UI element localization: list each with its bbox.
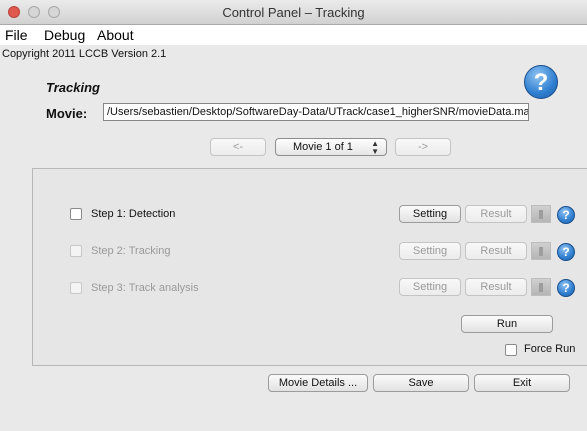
window-title: Control Panel – Tracking	[222, 5, 365, 20]
step1-help-icon[interactable]: ?	[557, 206, 575, 224]
copyright-text: Copyright 2011 LCCB Version 2.1	[2, 48, 167, 60]
step2-result-button[interactable]: Result	[465, 242, 527, 260]
menu-debug[interactable]: Debug	[44, 27, 85, 43]
step1-checkbox[interactable]	[70, 208, 82, 220]
step2-plot-icon	[531, 242, 551, 260]
movie-label: Movie:	[46, 106, 88, 121]
menu-file[interactable]: File	[5, 27, 28, 43]
menu-about[interactable]: About	[97, 27, 134, 43]
help-icon[interactable]: ?	[524, 65, 558, 99]
step1-result-button[interactable]: Result	[465, 205, 527, 223]
step3-help-icon[interactable]: ?	[557, 279, 575, 297]
section-title: Tracking	[46, 80, 100, 95]
step2-checkbox[interactable]	[70, 245, 82, 257]
step3-result-button[interactable]: Result	[465, 278, 527, 296]
save-button[interactable]: Save	[373, 374, 469, 392]
force-run-checkbox[interactable]	[505, 344, 517, 356]
step1-setting-button[interactable]: Setting	[399, 205, 461, 223]
step3-plot-icon	[531, 278, 551, 296]
movie-select[interactable]: Movie 1 of 1 ▲ ▼	[275, 138, 387, 156]
control-panel-content: Copyright 2011 LCCB Version 2.1 Tracking…	[0, 45, 587, 431]
next-movie-button[interactable]: ->	[395, 138, 451, 156]
run-button[interactable]: Run	[461, 315, 553, 333]
movie-path-field[interactable]: /Users/sebastien/Desktop/SoftwareDay-Dat…	[103, 103, 529, 121]
step2-setting-button[interactable]: Setting	[399, 242, 461, 260]
step1-plot-icon	[531, 205, 551, 223]
menu-bar: File Debug About	[0, 25, 587, 45]
title-bar: Control Panel – Tracking	[0, 0, 587, 25]
previous-movie-button[interactable]: <-	[210, 138, 266, 156]
movie-select-value: Movie 1 of 1	[293, 141, 353, 153]
step2-label: Step 2: Tracking	[91, 245, 171, 257]
exit-button[interactable]: Exit	[474, 374, 570, 392]
process-panel	[32, 168, 587, 366]
step1-label: Step 1: Detection	[91, 208, 176, 220]
step3-label: Step 3: Track analysis	[91, 282, 199, 294]
step2-help-icon[interactable]: ?	[557, 243, 575, 261]
updown-arrows-icon: ▲ ▼	[371, 139, 379, 156]
step3-checkbox[interactable]	[70, 282, 82, 294]
movie-details-button[interactable]: Movie Details ...	[268, 374, 368, 392]
force-run-label: Force Run	[524, 343, 576, 355]
step3-setting-button[interactable]: Setting	[399, 278, 461, 296]
